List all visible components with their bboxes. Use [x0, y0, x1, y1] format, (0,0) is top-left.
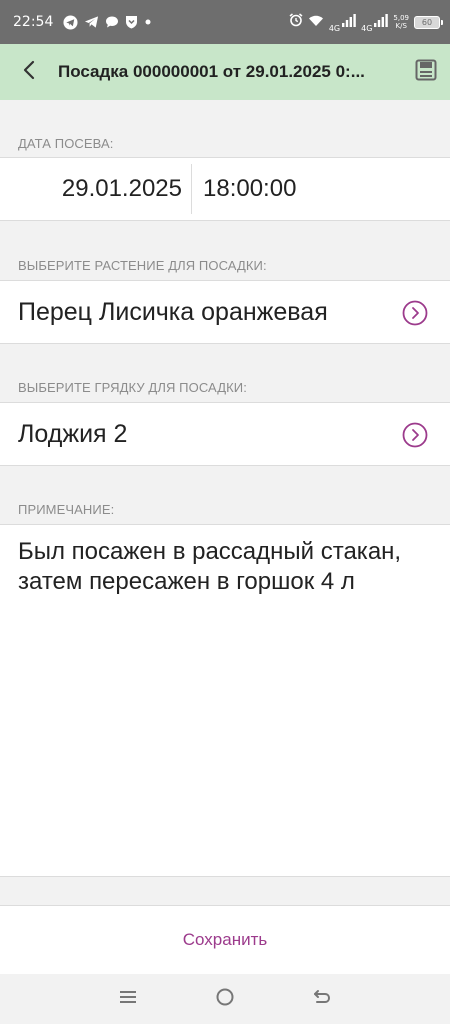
back-icon [312, 988, 332, 1011]
speed-unit: K/S [395, 22, 407, 30]
save-icon-button[interactable] [402, 44, 450, 100]
signal-icon [374, 13, 389, 31]
back-button[interactable] [0, 44, 58, 100]
plant-select[interactable]: Перец Лисичка оранжевая [0, 280, 450, 344]
more-dot-icon [144, 18, 152, 26]
page-title: Посадка 000000001 от 29.01.2025 0:... [58, 62, 365, 81]
home-button[interactable] [205, 979, 245, 1019]
system-back-button[interactable] [302, 979, 342, 1019]
date-input[interactable]: 29.01.2025 [0, 175, 191, 203]
save-button[interactable]: Сохранить [0, 905, 450, 974]
status-right: 4G 4G 5,09 K/S 60 [289, 12, 443, 33]
alarm-icon [289, 13, 303, 31]
time-input[interactable]: 18:00:00 [192, 175, 296, 203]
plant-value: Перец Лисичка оранжевая [18, 297, 328, 326]
menu-icon [119, 989, 137, 1010]
chevron-right-circle-icon [402, 422, 428, 455]
network-speed: 5,09 K/S [393, 14, 409, 30]
chevron-right-circle-icon [402, 300, 428, 333]
status-bar: 22:54 4G 4G 5,09 K/S 60 [0, 0, 450, 44]
save-disk-icon [415, 59, 437, 86]
save-button-label: Сохранить [182, 930, 268, 949]
battery-level: 60 [421, 17, 433, 27]
plant-select-label: ВЫБЕРИТЕ РАСТЕНИЕ ДЛЯ ПОСАДКИ: [18, 258, 267, 273]
wifi-icon [308, 13, 324, 31]
menu-button[interactable] [108, 979, 148, 1019]
signal-icon [342, 13, 356, 31]
status-time: 22:54 [13, 14, 54, 30]
bed-value: Лоджия 2 [18, 419, 128, 448]
network-type-1: 4G [328, 23, 341, 33]
network-type-2: 4G [361, 23, 373, 33]
shield-icon [125, 15, 138, 29]
back-arrow-icon [22, 60, 36, 85]
note-label: ПРИМЕЧАНИЕ: [18, 502, 115, 517]
bed-select-label: ВЫБЕРИТЕ ГРЯДКУ ДЛЯ ПОСАДКИ: [18, 380, 247, 395]
sowing-date-label: ДАТА ПОСЕВА: [18, 136, 114, 151]
notification-icons [63, 14, 152, 30]
home-icon [215, 987, 235, 1012]
sowing-date-field: 29.01.2025 18:00:00 [0, 157, 450, 221]
note-textarea[interactable]: Был посажен в рассадный стакан, затем пе… [0, 524, 450, 877]
system-nav-bar [0, 974, 450, 1024]
chat-bubble-icon [105, 15, 119, 29]
telegram-icon [63, 14, 78, 30]
telegram-icon [84, 15, 99, 29]
battery-icon: 60 [414, 15, 443, 29]
app-toolbar: Посадка 000000001 от 29.01.2025 0:... [0, 44, 450, 100]
bed-select[interactable]: Лоджия 2 [0, 402, 450, 466]
speed-value: 5,09 [393, 14, 409, 22]
